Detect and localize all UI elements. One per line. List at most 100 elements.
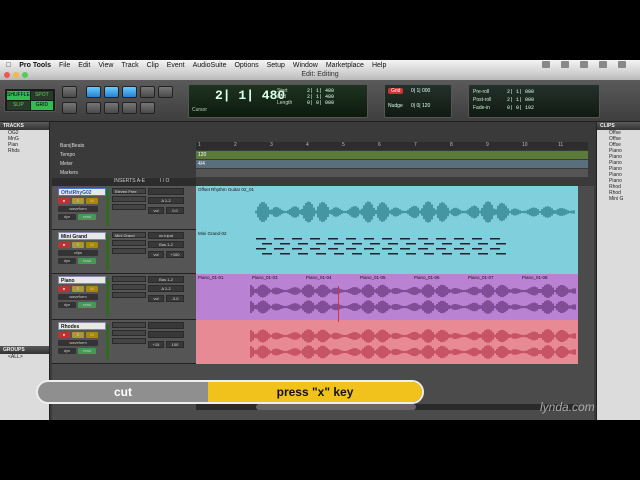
fadein-value[interactable]: 0| 0| 192	[507, 104, 534, 112]
solo-button[interactable]: S	[72, 198, 84, 204]
insert-slot[interactable]	[112, 292, 146, 298]
track-view-selector[interactable]: clips	[58, 250, 98, 256]
nudge-label[interactable]: Nudge	[388, 103, 403, 109]
insert-slot[interactable]	[112, 330, 146, 336]
record-arm-button[interactable]: ●	[58, 332, 70, 338]
clips-panel-title[interactable]: CLIPS	[597, 122, 640, 130]
mode-slip[interactable]: SLIP	[7, 101, 30, 110]
zoom-tool-icon[interactable]	[62, 86, 77, 98]
zoom-icon[interactable]	[22, 72, 28, 78]
automation-mode[interactable]: read	[78, 348, 96, 354]
track-view-selector[interactable]: waveform	[58, 294, 98, 300]
clip-name-label[interactable]: Piano_01-05	[360, 275, 386, 280]
clip-name-label[interactable]: Piano_01-01	[198, 275, 224, 280]
menu-view[interactable]: View	[98, 62, 113, 69]
insert-slot[interactable]	[112, 322, 146, 328]
scrubber-tool-icon[interactable]	[140, 86, 155, 98]
playlist-button[interactable]: dyn	[58, 258, 76, 264]
markers-ruler[interactable]	[196, 169, 588, 177]
mirror-midi-icon[interactable]	[104, 102, 119, 114]
volume-label[interactable]: vol	[148, 295, 164, 302]
search-icon[interactable]	[618, 61, 626, 68]
menu-audiosuite[interactable]: AudioSuite	[193, 62, 227, 69]
menu-help[interactable]: Help	[372, 62, 386, 69]
scroll-thumb[interactable]	[256, 404, 416, 410]
volume-label[interactable]: vol	[148, 207, 164, 214]
ruler-markers-label[interactable]: Markers	[60, 170, 78, 176]
selector-tool-icon[interactable]	[104, 86, 119, 98]
group-list-item[interactable]: <ALL>	[0, 354, 49, 360]
insert-slot[interactable]	[112, 338, 146, 344]
track-name[interactable]: OffstRhyG02	[58, 188, 106, 196]
grid-value[interactable]: 0| 1| 000	[411, 88, 430, 94]
insert-slot[interactable]	[112, 248, 146, 254]
bars-ruler[interactable]: 1 2 3 4 5 6 7 8 9 10 11	[196, 142, 588, 150]
pan-value[interactable]: -3.0	[166, 295, 184, 302]
nudge-value[interactable]: 0| 0| 120	[411, 103, 430, 109]
clip-name-label[interactable]: Piano_01-08	[522, 275, 548, 280]
postroll-value[interactable]: 2| 1| 000	[507, 96, 534, 104]
clip-name-label[interactable]: Mini Grand-02	[198, 231, 227, 236]
solo-button[interactable]: S	[72, 332, 84, 338]
track-list-item[interactable]: Rhds	[0, 148, 49, 154]
menu-app-name[interactable]: Pro Tools	[19, 62, 51, 69]
ruler-tempo-label[interactable]: Tempo	[60, 152, 75, 158]
zoom-preset-icon[interactable]	[62, 102, 77, 114]
input-selector[interactable]: Bus 1-2	[148, 276, 184, 283]
output-selector[interactable]: A 1-2	[148, 285, 184, 292]
playlist-button[interactable]: dyn	[58, 302, 76, 308]
track-view-selector[interactable]: waveform	[58, 206, 98, 212]
minimize-icon[interactable]	[13, 72, 19, 78]
track-playlist-lane[interactable]: Mini Grand-02	[196, 230, 578, 274]
menu-marketplace[interactable]: Marketplace	[326, 62, 364, 69]
record-arm-button[interactable]: ●	[58, 286, 70, 292]
automation-mode[interactable]: read	[78, 214, 96, 220]
menu-edit[interactable]: Edit	[78, 62, 90, 69]
clip-name-label[interactable]: Piano_01-06	[414, 275, 440, 280]
menu-clip[interactable]: Clip	[147, 62, 159, 69]
tempo-ruler[interactable]: 120	[196, 151, 588, 159]
preroll-value[interactable]: 2| 1| 000	[507, 88, 534, 96]
output-selector[interactable]: Bus 1-2	[148, 241, 184, 248]
insert-slot[interactable]: Mini Grand	[112, 232, 146, 238]
output-selector[interactable]: A 1-2	[148, 197, 184, 204]
solo-button[interactable]: S	[72, 286, 84, 292]
clip-name-label[interactable]: Offset Rhythm Guitar 02_01	[198, 187, 254, 192]
link-icon[interactable]	[122, 102, 137, 114]
pan-value[interactable]: 100	[166, 341, 184, 348]
volume-label[interactable]: +15	[148, 341, 164, 348]
tracks-panel-title[interactable]: TRACKS	[0, 122, 49, 130]
track-name[interactable]: Piano	[58, 276, 106, 284]
mode-shuffle[interactable]: SHUFFLE	[7, 91, 30, 100]
pan-value[interactable]: 0.0	[166, 207, 184, 214]
meter-ruler[interactable]: 4/4	[196, 160, 588, 168]
input-selector[interactable]	[148, 188, 184, 195]
insert-slot[interactable]	[112, 276, 146, 282]
menu-options[interactable]: Options	[234, 62, 258, 69]
menu-setup[interactable]: Setup	[267, 62, 285, 69]
output-selector[interactable]	[148, 331, 184, 338]
tab-to-transient-icon[interactable]	[86, 102, 101, 114]
ruler-meter-label[interactable]: Meter	[60, 161, 73, 167]
volume-label[interactable]: vol	[148, 251, 164, 258]
insert-slot[interactable]: Eleven Free	[112, 188, 146, 194]
track-view-selector[interactable]: waveform	[58, 340, 98, 346]
playlist-button[interactable]: dyn	[58, 214, 76, 220]
grid-label[interactable]: Grid	[388, 88, 404, 94]
track-playlist-lane[interactable]: Piano_01-01 Piano_01-03 Piano_01-04 Piano_0…	[196, 274, 578, 320]
length-value[interactable]: 0| 0| 000	[307, 100, 334, 106]
groups-panel-title[interactable]: GROUPS	[0, 346, 49, 354]
track-name[interactable]: Mini Grand	[58, 232, 106, 240]
input-selector[interactable]: no input	[148, 232, 184, 239]
apple-icon[interactable]: 	[6, 62, 11, 69]
record-arm-button[interactable]: ●	[58, 198, 70, 204]
grabber-tool-icon[interactable]	[122, 86, 137, 98]
automation-mode[interactable]: read	[78, 302, 96, 308]
track-name[interactable]: Rhodes	[58, 322, 106, 330]
ruler-bars-label[interactable]: Bars|Beats	[60, 143, 84, 149]
keyboard-focus-icon[interactable]	[140, 102, 155, 114]
menu-track[interactable]: Track	[121, 62, 138, 69]
insert-slot[interactable]	[112, 284, 146, 290]
horizontal-scrollbar[interactable]	[196, 404, 578, 410]
menu-file[interactable]: File	[59, 62, 70, 69]
